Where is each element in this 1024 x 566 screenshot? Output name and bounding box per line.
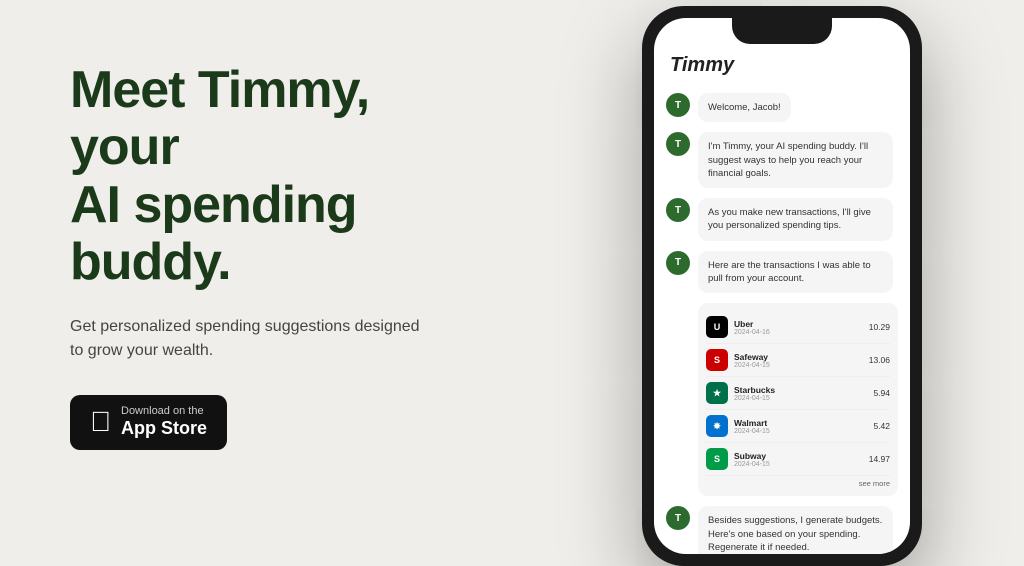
tx-safeway-date: 2024-04-15 [734, 362, 863, 369]
chat-message-4: T Here are the transactions I was able t… [666, 251, 898, 294]
timmy-avatar-3: T [666, 198, 690, 222]
bubble-bottom: Besides suggestions, I generate budgets.… [698, 506, 893, 554]
transaction-starbucks: ★ Starbucks 2024-04-15 5.94 [706, 377, 890, 410]
tx-uber-amount: 10.29 [869, 322, 890, 332]
tx-walmart-info: Walmart 2024-04-15 [734, 418, 867, 435]
subtext: Get personalized spending suggestions de… [70, 315, 430, 363]
phone-wrapper: Timmy T Welcome, Jacob! T I'm Timm [642, 6, 922, 566]
transaction-uber: U Uber 2024-04-16 10.29 [706, 311, 890, 344]
app-store-label: App Store [121, 418, 207, 440]
see-more-link[interactable]: see more [706, 476, 890, 488]
transactions-card: U Uber 2024-04-16 10.29 S Safeway 20 [698, 303, 898, 496]
bubble-2: I'm Timmy, your AI spending buddy. I'll … [698, 132, 893, 188]
chat-message-3: T As you make new transactions, I'll giv… [666, 198, 898, 241]
tx-subway-name: Subway [734, 451, 863, 461]
tx-walmart-amount: 5.42 [873, 421, 890, 431]
tx-subway-date: 2024-04-15 [734, 461, 863, 468]
tx-starbucks-date: 2024-04-15 [734, 395, 867, 402]
headline-line2: AI spending buddy. [70, 176, 357, 291]
tx-uber-name: Uber [734, 319, 863, 329]
phone-frame: Timmy T Welcome, Jacob! T I'm Timm [642, 6, 922, 566]
tx-safeway-name: Safeway [734, 352, 863, 362]
tx-safeway-amount: 13.06 [869, 355, 890, 365]
tx-walmart-name: Walmart [734, 418, 867, 428]
bubble-1: Welcome, Jacob! [698, 93, 791, 122]
left-panel: Meet Timmy, your AI spending buddy. Get … [0, 2, 540, 510]
download-on-label: Download on the [121, 405, 207, 418]
tx-subway-amount: 14.97 [869, 454, 890, 464]
uber-logo: U [706, 316, 728, 338]
safeway-logo: S [706, 349, 728, 371]
transaction-subway: S Subway 2024-04-15 14.97 [706, 443, 890, 476]
phone-screen: Timmy T Welcome, Jacob! T I'm Timm [654, 18, 910, 554]
headline-line1: Meet Timmy, your [70, 61, 369, 176]
apple-icon:  [90, 408, 111, 436]
subway-logo: S [706, 448, 728, 470]
starbucks-logo: ★ [706, 382, 728, 404]
chat-area: T Welcome, Jacob! T I'm Timmy, your AI s… [654, 85, 910, 554]
timmy-avatar-bottom: T [666, 506, 690, 530]
tx-starbucks-amount: 5.94 [873, 388, 890, 398]
chat-message-2: T I'm Timmy, your AI spending buddy. I'l… [666, 132, 898, 188]
timmy-avatar-2: T [666, 132, 690, 156]
chat-message-bottom: T Besides suggestions, I generate budget… [666, 506, 898, 554]
chat-message-1: T Welcome, Jacob! [666, 93, 898, 122]
headline: Meet Timmy, your AI spending buddy. [70, 62, 470, 291]
transaction-safeway: S Safeway 2024-04-15 13.06 [706, 344, 890, 377]
timmy-avatar-4: T [666, 251, 690, 275]
tx-subway-info: Subway 2024-04-15 [734, 451, 863, 468]
timmy-avatar-1: T [666, 93, 690, 117]
tx-safeway-info: Safeway 2024-04-15 [734, 352, 863, 369]
tx-starbucks-name: Starbucks [734, 385, 867, 395]
app-store-button[interactable]:  Download on the App Store [70, 395, 227, 450]
tx-walmart-date: 2024-04-15 [734, 428, 867, 435]
bubble-4: Here are the transactions I was able to … [698, 251, 893, 294]
transaction-walmart: ✸ Walmart 2024-04-15 5.42 [706, 410, 890, 443]
bubble-3: As you make new transactions, I'll give … [698, 198, 893, 241]
app-store-text: Download on the App Store [121, 405, 207, 440]
tx-uber-date: 2024-04-16 [734, 329, 863, 336]
right-panel: Timmy T Welcome, Jacob! T I'm Timm [540, 0, 1024, 512]
phone-notch [732, 18, 832, 44]
tx-starbucks-info: Starbucks 2024-04-15 [734, 385, 867, 402]
tx-uber-info: Uber 2024-04-16 [734, 319, 863, 336]
walmart-logo: ✸ [706, 415, 728, 437]
